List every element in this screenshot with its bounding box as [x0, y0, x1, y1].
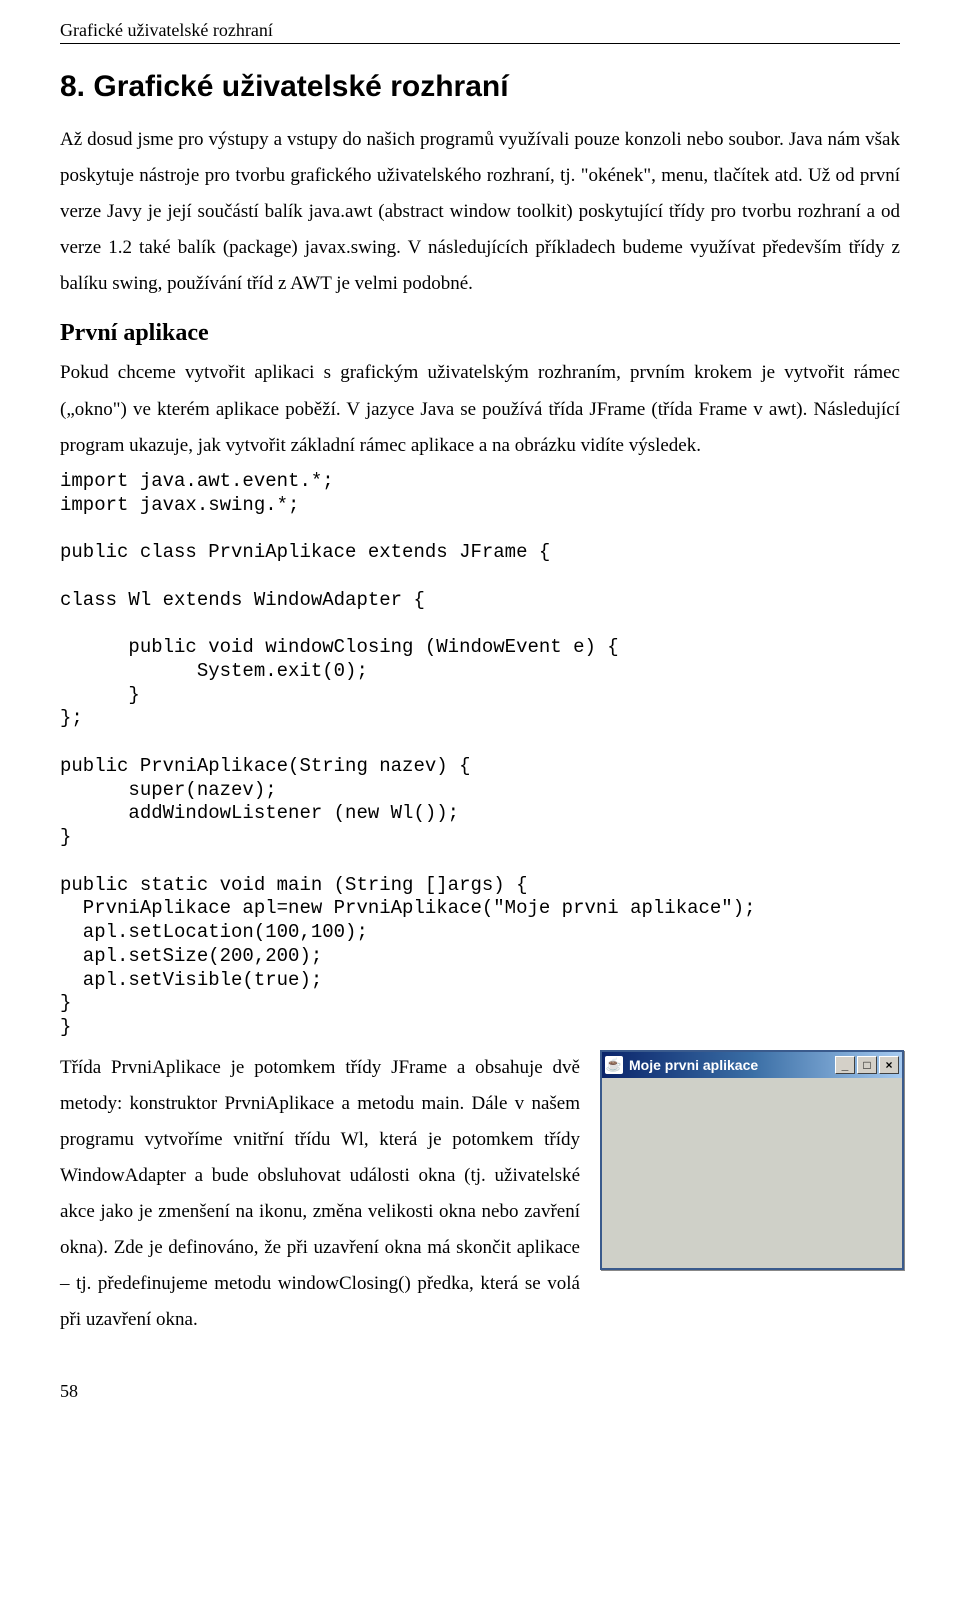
- java-cup-icon: ☕: [605, 1056, 623, 1074]
- section-paragraph: Pokud chceme vytvořit aplikaci s grafick…: [60, 355, 900, 463]
- after-code-paragraph: Třída PrvniAplikace je potomkem třídy JF…: [60, 1050, 580, 1339]
- close-button[interactable]: ×: [879, 1056, 899, 1074]
- section-heading: První aplikace: [60, 320, 900, 347]
- maximize-button[interactable]: □: [857, 1056, 877, 1074]
- app-window: ☕ Moje prvni aplikace _ □ ×: [600, 1050, 904, 1270]
- window-buttons: _ □ ×: [835, 1056, 899, 1074]
- explanation-row: Třída PrvniAplikace je potomkem třídy JF…: [60, 1050, 900, 1345]
- code-block: import java.awt.event.*; import javax.sw…: [60, 470, 900, 1040]
- window-titlebar: ☕ Moje prvni aplikace _ □ ×: [602, 1052, 902, 1078]
- window-title: Moje prvni aplikace: [629, 1057, 835, 1073]
- chapter-title: 8. Grafické uživatelské rozhraní: [60, 70, 900, 104]
- page: Grafické uživatelské rozhraní 8. Grafick…: [0, 0, 960, 1442]
- page-number: 58: [60, 1381, 900, 1402]
- minimize-button[interactable]: _: [835, 1056, 855, 1074]
- running-head: Grafické uživatelské rozhraní: [60, 20, 900, 44]
- window-client-area: [602, 1078, 902, 1268]
- intro-paragraph: Až dosud jsme pro výstupy a vstupy do na…: [60, 122, 900, 302]
